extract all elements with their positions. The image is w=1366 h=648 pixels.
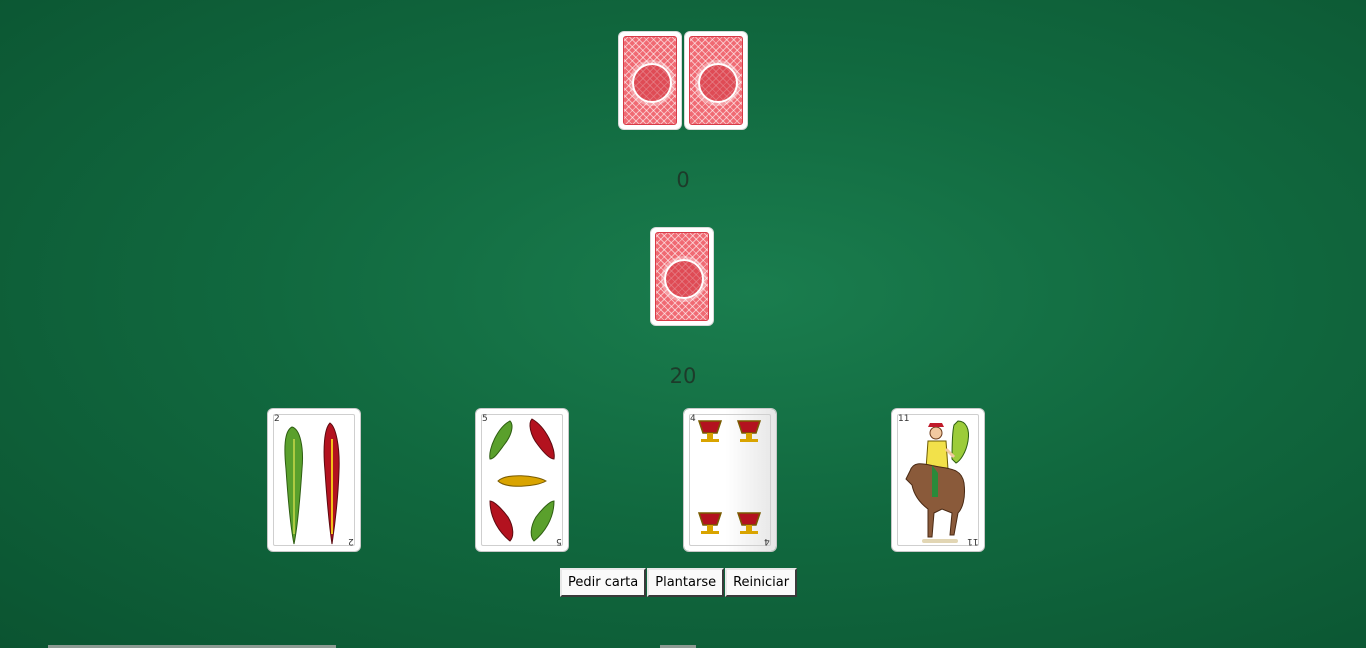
club-suit-icon	[489, 418, 555, 542]
player-score: 20	[669, 364, 697, 388]
dealer-card-back	[685, 32, 747, 129]
stand-button[interactable]: Plantarse	[647, 568, 725, 597]
player-card: 2 2	[268, 409, 360, 551]
deck-card[interactable]	[651, 228, 713, 325]
knight-figure-icon	[905, 420, 969, 543]
card-back-pattern	[689, 36, 743, 125]
card-back-medallion	[664, 258, 704, 299]
reset-button[interactable]: Reiniciar	[725, 568, 798, 597]
dealer-card-back	[619, 32, 681, 129]
card-back-pattern	[623, 36, 677, 125]
game-controls: Pedir carta Plantarse Reiniciar	[560, 568, 798, 597]
card-back-medallion	[632, 62, 672, 103]
club-suit-icon	[284, 422, 340, 545]
cup-suit-icon	[697, 420, 762, 534]
dealer-score: 0	[676, 168, 690, 192]
card-back-pattern	[655, 232, 709, 321]
card-back-medallion	[698, 62, 738, 103]
player-card: 5 5	[476, 409, 568, 551]
hit-button[interactable]: Pedir carta	[560, 568, 647, 597]
player-card: 4 4	[684, 409, 776, 551]
player-card: 11 11	[892, 409, 984, 551]
